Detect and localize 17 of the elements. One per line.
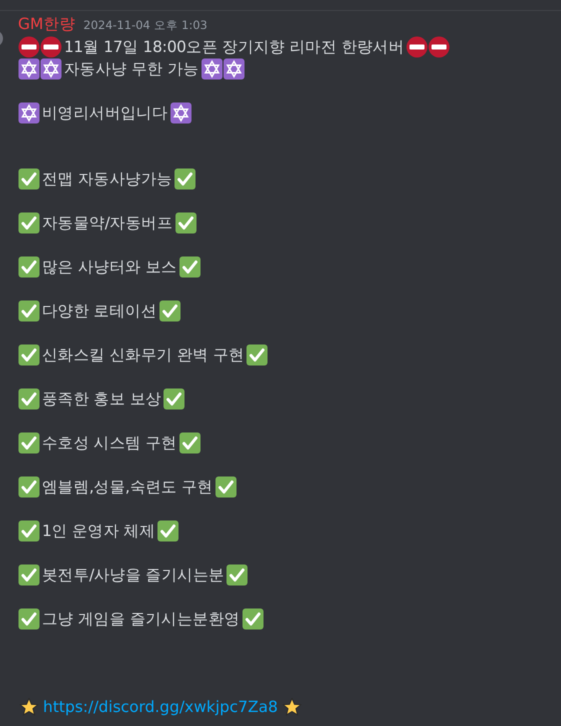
message-line: 봇전투/사냥을 즐기시는분 <box>42 564 224 586</box>
message-line: 엠블렘,성물,숙련도 구현 <box>42 476 213 498</box>
message-line: 많은 사냥터와 보스 <box>42 256 177 278</box>
timestamp: 2024-11-04 오후 1:03 <box>83 18 208 33</box>
message-line: 수호성 시스템 구현 <box>42 432 177 454</box>
author-name[interactable]: GM한량 <box>18 14 76 35</box>
message-line: 비영리서버입니다 <box>42 102 168 124</box>
message-line: 자동물약/자동버프 <box>42 212 173 234</box>
message-line: 신화스킬 신화무기 완벽 구현 <box>42 344 244 366</box>
message-line: 그냥 게임을 즐기시는분환영 <box>42 608 240 630</box>
message-line: 풍족한 홍보 보상 <box>42 388 162 410</box>
message-line: 자동사냥 무한 가능 <box>64 58 199 80</box>
message-line: 1인 운영자 체제 <box>42 520 156 542</box>
message-line: 다양한 로테이션 <box>42 300 157 322</box>
message-line: 11월 17일 18:00오픈 장기지향 리마전 한량서버 <box>64 36 404 58</box>
invite-link[interactable]: https://discord.gg/xwkjpc7Za8 <box>43 698 278 716</box>
message-line: 전맵 자동사냥가능 <box>42 168 172 190</box>
